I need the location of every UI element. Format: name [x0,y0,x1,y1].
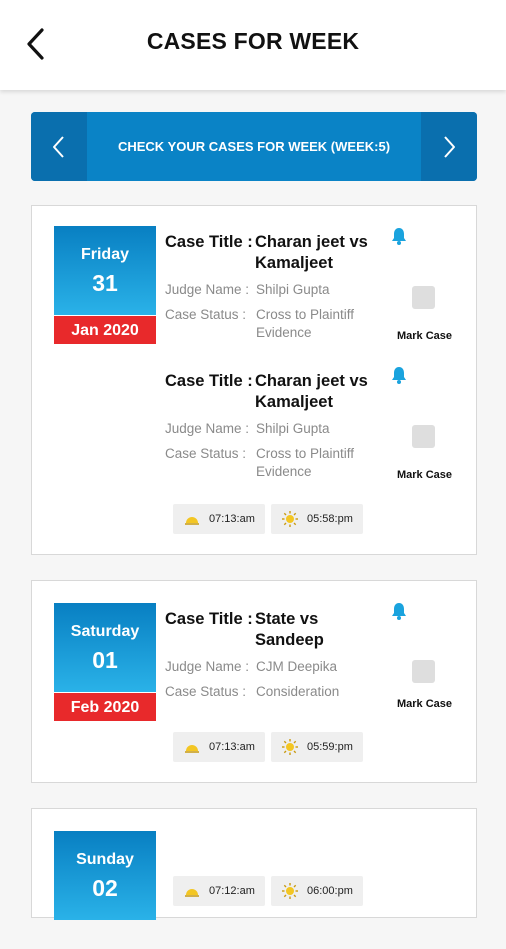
sunrise-time: 07:12:am [173,876,265,906]
date-badge: Saturday 01 Feb 2020 [54,603,156,721]
case-item[interactable]: Case Title : State vs Sandeep Judge Name … [165,609,475,701]
sunset-time: 05:59:pm [271,732,363,762]
next-week-button[interactable] [421,112,477,181]
sunset-time: 05:58:pm [271,504,363,534]
previous-week-button[interactable] [31,112,87,181]
month-year: Feb 2020 [54,692,156,721]
sunset-time: 06:00:pm [271,876,363,906]
week-selector: CHECK YOUR CASES FOR WEEK (WEEK:5) [31,112,477,181]
app-bar: CASES FOR WEEK [0,0,506,90]
judge-name-label: Judge Name : [165,282,250,297]
date-badge: Friday 31 Jan 2020 [54,226,156,344]
bell-icon[interactable] [389,365,409,385]
day-card: Saturday 01 Feb 2020 Case Title : State v… [31,580,477,783]
sunset-value: 05:58:pm [307,513,353,525]
sun-icon [282,883,298,899]
sunset-value: 06:00:pm [307,885,353,897]
date-badge: Sunday 02 [54,831,156,949]
day-card: Friday 31 Jan 2020 Case Title : Charan je… [31,205,477,555]
chevron-left-icon [53,135,64,158]
day-name: Saturday [70,623,140,640]
day-number: 01 [92,647,118,673]
judge-name: CJM Deepika [256,659,338,674]
mark-case-label: Mark Case [397,469,453,481]
case-status-label: Case Status : [165,307,247,322]
case-status-label: Case Status : [165,446,247,461]
bell-icon[interactable] [389,226,409,246]
day-number: 02 [92,875,118,901]
sunrise-icon [185,889,199,897]
mark-case-label: Mark Case [397,698,453,710]
sun-icon [282,739,298,755]
sunrise-time: 07:13:am [173,732,265,762]
case-title-label: Case Title : [165,233,253,251]
case-status: Cross to Plaintiff Evidence [256,446,355,479]
chevron-right-icon [444,135,455,158]
sun-icon [282,511,298,527]
day-card: Sunday 02 07:12:am 06:00:pm [31,808,477,920]
sunrise-time: 07:13:am [173,504,265,534]
mark-case-checkbox[interactable] [412,286,435,309]
case-status: Cross to Plaintiff Evidence [256,307,355,340]
sunrise-value: 07:13:am [209,513,255,525]
mark-case-checkbox[interactable] [412,425,435,448]
page-title: CASES FOR WEEK [146,28,360,54]
case-status: Consideration [256,684,340,699]
judge-name-label: Judge Name : [165,421,250,436]
sunrise-value: 07:12:am [209,885,255,897]
sunrise-value: 07:13:am [209,741,255,753]
mark-case-checkbox[interactable] [412,660,435,683]
judge-name-label: Judge Name : [165,659,250,674]
sunrise-icon [185,517,199,525]
day-name: Sunday [76,851,134,868]
case-title: State vs Sandeep [255,610,324,649]
case-title: Charan jeet vs Kamaljeet [255,233,368,272]
case-title-label: Case Title : [165,610,253,628]
case-title: Charan jeet vs Kamaljeet [255,372,368,411]
sunset-value: 05:59:pm [307,741,353,753]
month-year: Jan 2020 [54,315,156,344]
bell-icon[interactable] [389,601,409,621]
judge-name: Shilpi Gupta [256,421,330,436]
case-title-label: Case Title : [165,372,253,390]
week-label: CHECK YOUR CASES FOR WEEK (WEEK:5) [117,139,391,154]
case-status-label: Case Status : [165,684,247,699]
mark-case-label: Mark Case [397,330,453,342]
day-number: 31 [92,270,118,296]
day-name: Friday [80,246,129,263]
sunrise-icon [185,745,199,753]
judge-name: Shilpi Gupta [256,282,330,297]
